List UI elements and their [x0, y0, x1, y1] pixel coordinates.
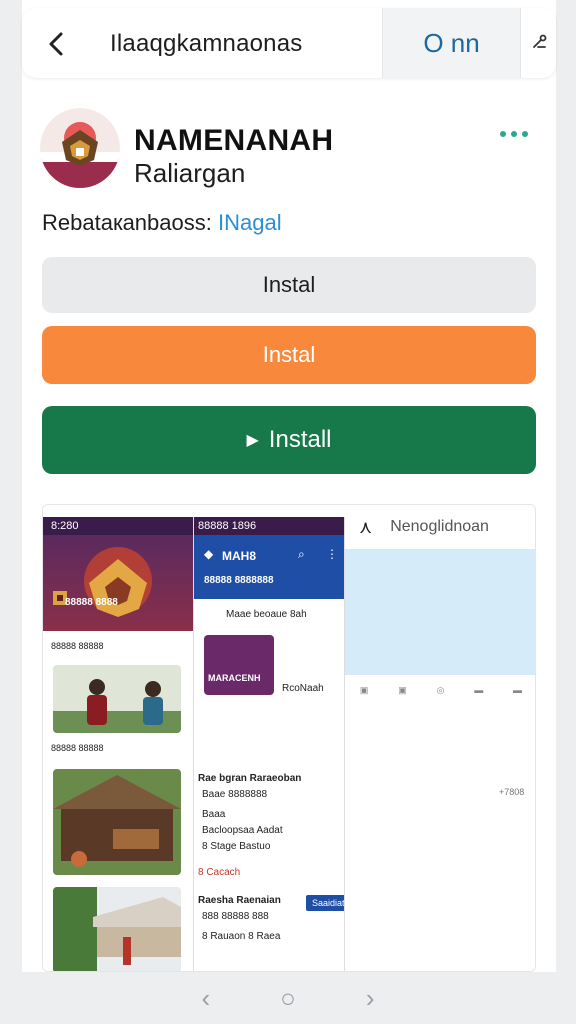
search-icon[interactable]: ⌕ — [298, 547, 305, 562]
more-options-icon[interactable] — [500, 126, 540, 142]
open-button[interactable]: O nn — [382, 8, 520, 78]
install-button-orange[interactable]: Instal — [42, 326, 536, 384]
nav-home-icon[interactable]: ○ — [280, 983, 296, 1014]
arrow-icon: ◆ — [204, 547, 214, 561]
tab-item[interactable]: ▣ — [360, 685, 369, 696]
header-subtitle: 88888 8888888 — [204, 575, 274, 586]
feature-card[interactable] — [204, 635, 274, 695]
category-label: Rebataкanbaoss: — [42, 210, 212, 235]
badge-button[interactable]: Saaidiat — [306, 895, 344, 911]
menu-icon[interactable]: ⋮ — [326, 547, 338, 561]
status-bar: 8:280 — [43, 517, 193, 535]
list-title[interactable]: Raesha Raenaian — [198, 895, 281, 906]
hero-banner — [43, 535, 193, 631]
app-name: NAMENANAH — [134, 124, 334, 157]
top-app-bar: Ilaaqgkamnaonas O nn — [22, 8, 556, 78]
card-label: MARACENH — [208, 673, 261, 683]
tab-item[interactable]: ◎ — [437, 685, 445, 696]
tab-row: ▣ ▣ ◎ ▬ ▬ — [345, 677, 535, 703]
app-header: ◆ MAH8 ⌕ ⋮ 88888 8888888 — [194, 535, 344, 599]
screenshot-title: Nenoglidnoan — [390, 518, 489, 535]
install-label: Install — [268, 426, 332, 453]
list-meta: 8 Stage Bastuo — [202, 841, 271, 852]
photo-people — [53, 665, 181, 733]
play-icon: ▶ — [246, 432, 259, 449]
photo-house — [53, 769, 181, 875]
tab-item[interactable]: ▣ — [398, 685, 407, 696]
chevron-left-icon — [49, 32, 63, 56]
section-label: 8 Cacach — [198, 867, 241, 878]
screenshot-3[interactable]: ⋏ Nenoglidnoan ▣ ▣ ◎ ▬ ▬ +7808 — [345, 505, 535, 971]
category-line: Rebataкanbaoss: INagal — [42, 210, 282, 236]
list-item[interactable]: 88888 88888 — [51, 641, 187, 651]
hero-title: 88888 8888 — [65, 597, 118, 608]
nav-recents-icon[interactable]: › — [366, 983, 375, 1014]
list-title[interactable]: Bacloopsaa Aadat — [202, 825, 283, 836]
list-title[interactable]: Rae bgran Raraeoban — [198, 773, 301, 784]
install-button-grey[interactable]: Instal — [42, 257, 536, 313]
list-meta: Baae 8888888 — [202, 789, 268, 800]
map-area — [345, 549, 535, 675]
category-link[interactable]: INagal — [218, 210, 282, 235]
screenshot-carousel[interactable]: 8:280 88888 8888 88888 88888 88888 88888 — [42, 504, 536, 972]
photo-village — [53, 887, 181, 971]
tab-item[interactable]: ▬ — [474, 685, 483, 695]
screenshot-1[interactable]: 8:280 88888 8888 88888 88888 88888 88888 — [43, 517, 193, 971]
share-icon — [532, 34, 546, 48]
share-button[interactable] — [520, 8, 556, 78]
nav-back-icon[interactable]: ‹ — [201, 983, 210, 1014]
app-developer[interactable]: Raliargan — [134, 158, 245, 189]
system-nav-bar: ‹ ○ › — [0, 972, 576, 1024]
screenshot-2[interactable]: 88888 1896 ◆ MAH8 ⌕ ⋮ 88888 8888888 Maae… — [193, 517, 345, 971]
close-icon[interactable]: ⋏ — [359, 517, 372, 538]
list-meta: 888 88888 888 — [202, 911, 269, 922]
list-meta: Baaa — [202, 809, 226, 820]
screenshot-header: ⋏ Nenoglidnoan — [345, 505, 535, 549]
back-button[interactable] — [36, 24, 76, 64]
header-title: MAH8 — [222, 549, 257, 563]
link-row[interactable]: Maae beoaue 8ah — [226, 609, 307, 620]
list-item[interactable]: 88888 88888 — [51, 743, 187, 753]
app-icon — [40, 108, 120, 188]
store-title: Ilaaqgkamnaonas — [110, 30, 303, 57]
side-value: +7808 — [499, 787, 525, 797]
tab-item[interactable]: ▬ — [513, 685, 522, 695]
card-side-text: RcoNaah — [282, 683, 324, 694]
install-button-green[interactable]: ▶ Install — [42, 406, 536, 474]
status-bar: 88888 1896 — [194, 517, 344, 535]
list-meta: 8 Rauaon 8 Raea — [202, 931, 281, 942]
